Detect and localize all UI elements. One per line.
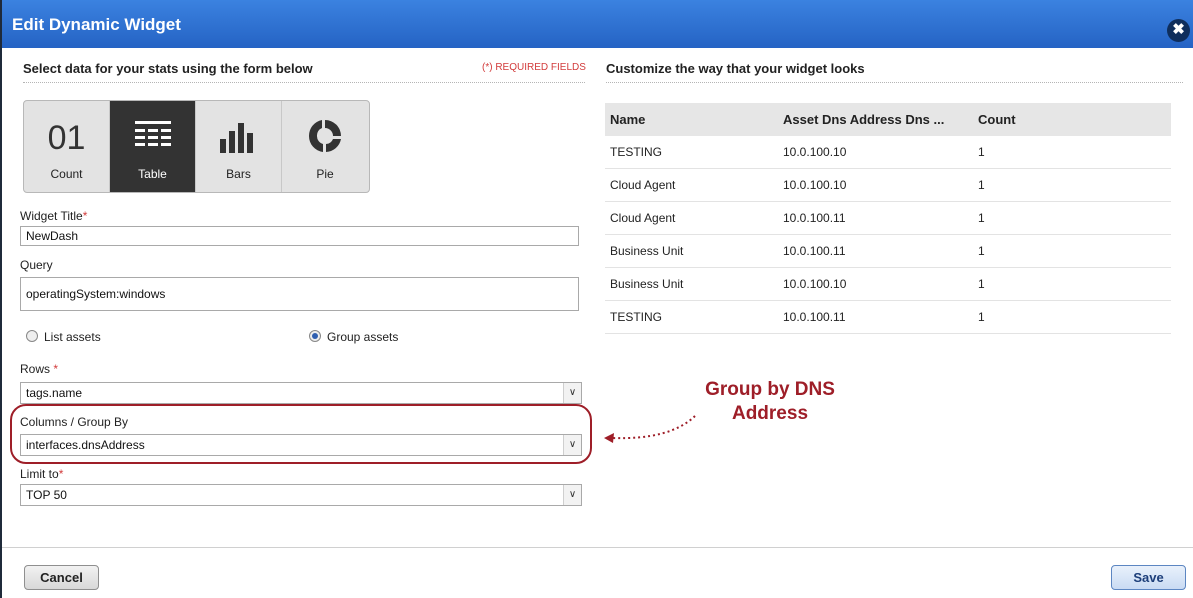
count-icon: 01: [47, 119, 86, 157]
rows-select[interactable]: tags.name ∨: [20, 382, 582, 404]
annotation-text: Group by DNS Address: [705, 379, 835, 424]
dialog-title-bar: Edit Dynamic Widget: [2, 0, 1193, 48]
column-header: Asset Dns Address Dns ...: [778, 103, 973, 136]
viz-bars-button[interactable]: Bars: [196, 101, 282, 192]
cancel-button[interactable]: Cancel: [24, 565, 99, 590]
divider: [23, 82, 585, 83]
limit-to-label: Limit to*: [20, 467, 64, 481]
required-star: *: [58, 467, 64, 481]
visualization-type-picker: 01 Count Table Bars Pie: [23, 100, 370, 193]
viz-pie-button[interactable]: Pie: [282, 101, 368, 192]
viz-pie-label: Pie: [316, 167, 334, 181]
table-row: Business Unit 10.0.100.11 1: [605, 234, 1171, 268]
viz-bars-label: Bars: [226, 167, 251, 181]
required-star: *: [82, 209, 88, 223]
close-icon[interactable]: ✖: [1167, 19, 1190, 42]
dialog-title: Edit Dynamic Widget: [12, 15, 181, 34]
column-header: Name: [605, 103, 778, 136]
rows-label: Rows *: [20, 362, 59, 376]
column-header: Count: [973, 103, 1171, 136]
bars-icon: [220, 123, 253, 153]
widget-title-input[interactable]: NewDash: [20, 226, 579, 246]
chevron-down-icon[interactable]: ∨: [563, 485, 581, 505]
required-star: *: [53, 362, 59, 376]
viz-count-label: Count: [50, 167, 83, 181]
query-label: Query: [20, 258, 53, 272]
viz-table-label: Table: [138, 167, 167, 181]
window-edge: [0, 0, 2, 598]
required-fields-note: (*) REQUIRED FIELDS: [482, 62, 586, 73]
group-assets-radio[interactable]: Group assets: [309, 330, 398, 344]
table-row: TESTING 10.0.100.10 1: [605, 136, 1171, 169]
table-row: Business Unit 10.0.100.10 1: [605, 267, 1171, 301]
radio-circle-selected: [309, 330, 321, 342]
chevron-down-icon[interactable]: ∨: [563, 383, 581, 403]
preview-table: Name Asset Dns Address Dns ... Count TES…: [605, 103, 1171, 334]
save-button[interactable]: Save: [1111, 565, 1186, 590]
table-header-row: Name Asset Dns Address Dns ... Count: [605, 103, 1171, 136]
divider: [606, 82, 1183, 83]
table-icon: [135, 121, 171, 146]
widget-title-label: Widget Title*: [20, 209, 88, 223]
pie-icon: [308, 120, 341, 152]
query-input[interactable]: operatingSystem:windows: [20, 277, 579, 311]
table-row: Cloud Agent 10.0.100.10 1: [605, 168, 1171, 202]
table-row: Cloud Agent 10.0.100.11 1: [605, 201, 1171, 235]
footer-divider: [2, 547, 1193, 548]
table-row: TESTING 10.0.100.11 1: [605, 300, 1171, 334]
viz-table-button[interactable]: Table: [110, 101, 196, 192]
preview-section-title: Customize the way that your widget looks: [606, 61, 865, 76]
form-section-title: Select data for your stats using the for…: [23, 61, 313, 76]
radio-circle: [26, 330, 38, 342]
viz-count-button[interactable]: 01 Count: [24, 101, 110, 192]
list-assets-radio[interactable]: List assets: [26, 330, 101, 344]
highlight-callout-box: [10, 404, 592, 464]
limit-to-select[interactable]: TOP 50 ∨: [20, 484, 582, 506]
